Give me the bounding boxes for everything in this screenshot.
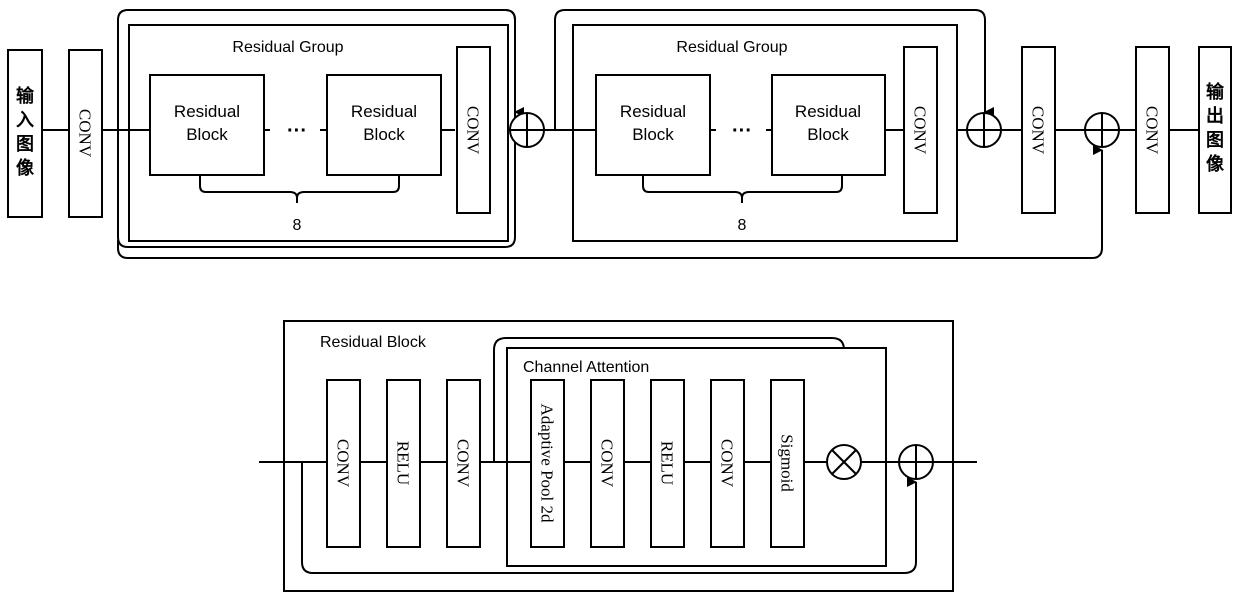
layer-label: RELU <box>658 441 677 485</box>
layer-label: CONV <box>598 439 617 488</box>
input-char-2: 图 <box>16 134 34 155</box>
top-diagram: 输 入 图 像 CONV Residual Group Residual Blo… <box>7 9 1232 259</box>
bottom-diagram: Residual Block Channel Attention CONV RE… <box>259 320 977 592</box>
conv-label: CONV <box>464 106 483 155</box>
residual-group-2-title: Residual Group <box>676 39 787 56</box>
conv-label: CONV <box>1029 106 1048 155</box>
input-char-3: 像 <box>16 158 35 179</box>
residual-block-title: Residual Block <box>320 334 427 351</box>
layer-label: CONV <box>454 439 473 488</box>
residual-block-label: Residual <box>351 102 417 121</box>
ellipsis: ··· <box>287 120 307 142</box>
layer-label: CONV <box>334 439 353 488</box>
layer-label: Sigmoid <box>778 434 797 492</box>
residual-group-1-title: Residual Group <box>232 39 343 56</box>
layer-label: RELU <box>394 441 413 485</box>
network-diagram: 输 入 图 像 CONV Residual Group Residual Blo… <box>7 9 1232 592</box>
conv-label: CONV <box>76 109 95 158</box>
conv-label: CONV <box>1143 106 1162 155</box>
residual-block-label: Block <box>632 125 674 144</box>
conv-label: CONV <box>911 106 930 155</box>
residual-block-label: Residual <box>795 102 861 121</box>
ellipsis: ··· <box>732 120 752 142</box>
output-char-3: 像 <box>1206 154 1225 175</box>
layer-label: CONV <box>718 439 737 488</box>
residual-block-label: Residual <box>620 102 686 121</box>
residual-block-label: Residual <box>174 102 240 121</box>
input-char-1: 入 <box>16 110 34 131</box>
block-count: 8 <box>738 217 747 234</box>
channel-attention-title: Channel Attention <box>523 359 649 376</box>
layer-label: Adaptive Pool 2d <box>538 404 557 523</box>
residual-block-label: Block <box>363 125 405 144</box>
block-count: 8 <box>293 217 302 234</box>
input-char-0: 输 <box>16 85 35 107</box>
output-char-2: 图 <box>1206 130 1224 151</box>
residual-block-label: Block <box>807 125 849 144</box>
output-char-0: 输 <box>1206 81 1225 103</box>
residual-block-label: Block <box>186 125 228 144</box>
output-char-1: 出 <box>1206 105 1224 127</box>
